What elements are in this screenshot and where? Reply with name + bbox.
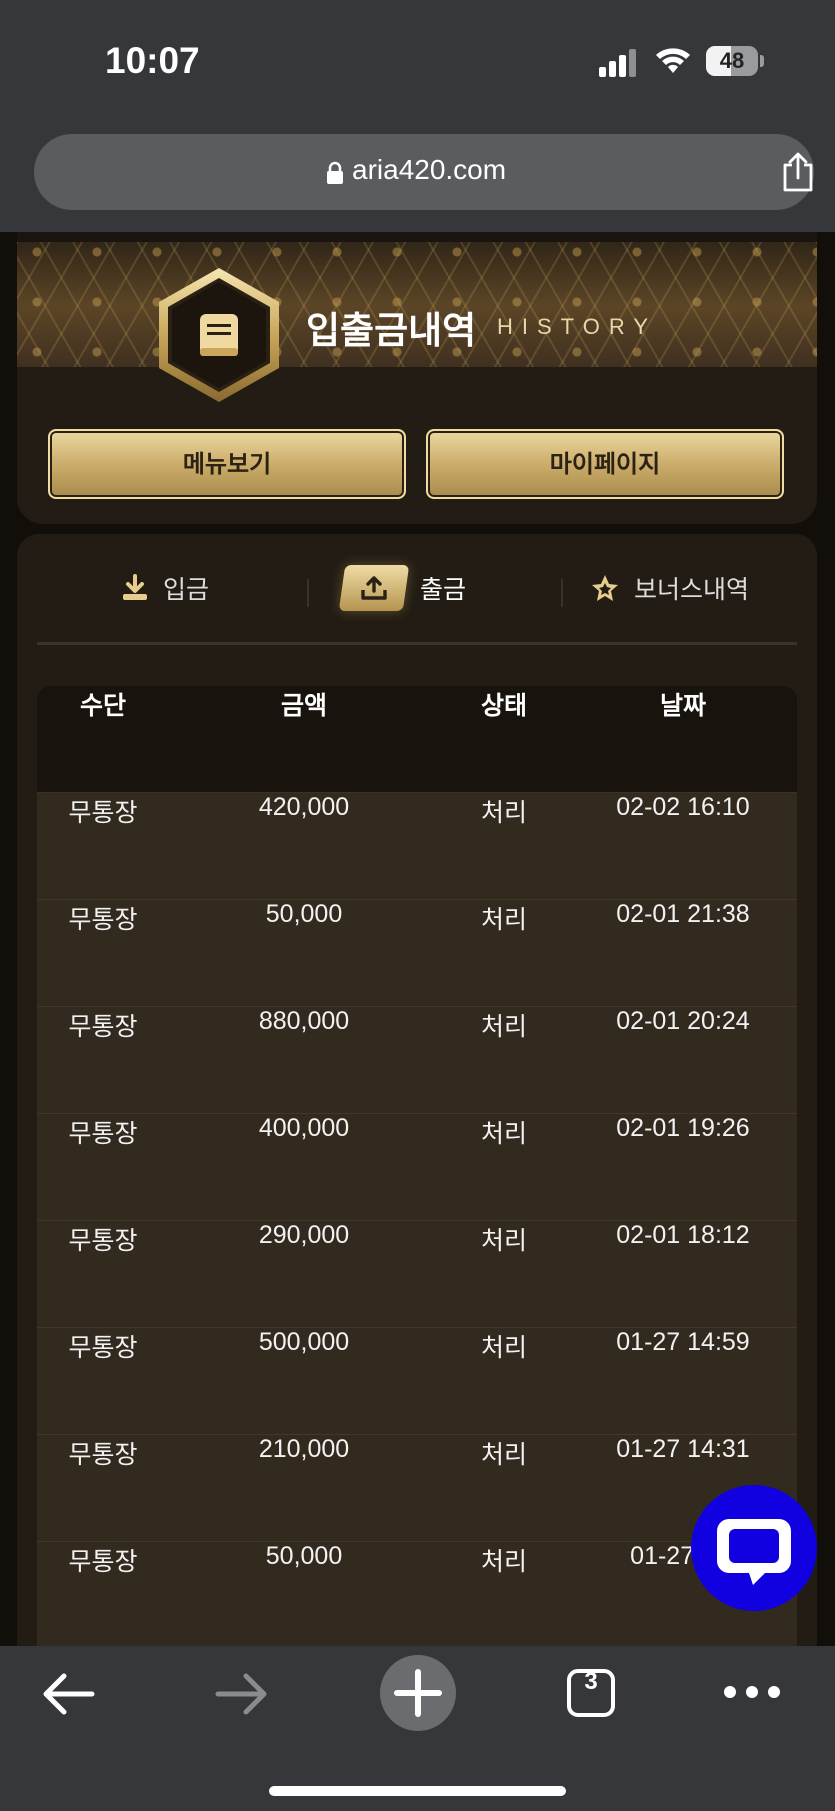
tab-deposit[interactable]: 입금 <box>121 534 209 642</box>
cell-status: 처리 <box>480 1547 527 1576</box>
tabs-button[interactable]: 3 <box>566 1668 616 1718</box>
table-row: 무통장 500,000 처리 01-27 14:59 <box>37 1328 797 1435</box>
cell-method: 무통장 <box>68 1226 138 1255</box>
tab-deposit-label: 입금 <box>163 575 210 604</box>
tab-count: 3 <box>584 1668 598 1695</box>
menu-button[interactable]: 메뉴보기 <box>48 429 406 499</box>
cellular-signal-icon <box>599 49 639 77</box>
home-indicator <box>269 1786 566 1796</box>
address-bar[interactable]: aria420.com <box>34 134 814 210</box>
status-bar: 10:07 48 <box>0 0 835 120</box>
tab-withdraw[interactable]: 출금 <box>338 534 467 642</box>
table-row: 무통장 210,000 처리 01-27 14:31 <box>37 1435 797 1542</box>
cell-amount: 400,000 <box>258 1114 350 1142</box>
history-tabs: 입금 출금 보너스내역 <box>37 534 797 645</box>
cell-method: 무통장 <box>68 1440 138 1469</box>
cell-date: 01-27 14:59 <box>616 1328 750 1356</box>
mypage-button[interactable]: 마이페이지 <box>426 429 784 499</box>
column-header-amount: 금액 <box>280 692 327 720</box>
cell-date: 02-01 21:38 <box>616 900 750 928</box>
table-row: 무통장 50,000 처리 02-01 21:38 <box>37 900 797 1007</box>
cell-status: 처리 <box>480 1012 527 1041</box>
wifi-icon <box>656 48 690 73</box>
new-tab-plus-icon[interactable] <box>379 1654 457 1732</box>
cell-amount: 290,000 <box>258 1221 350 1249</box>
banner-top-edge <box>17 232 817 242</box>
page-subtitle: HISTORY <box>497 314 657 339</box>
table-row: 무통장 50,000 처리 01-27 13: <box>37 1542 797 1646</box>
battery-percent: 48 <box>719 48 745 73</box>
table-row: 무통장 290,000 처리 02-01 18:12 <box>37 1221 797 1328</box>
cell-status: 처리 <box>480 1333 527 1362</box>
tab-bonus-label: 보너스내역 <box>634 575 750 604</box>
cell-amount: 50,000 <box>265 900 343 928</box>
upload-icon <box>338 565 410 611</box>
back-arrow-icon[interactable] <box>40 1666 96 1722</box>
web-page: 입출금내역 HISTORY 메뉴보기 마이페이지 입금 출금 보너스내역 수단 … <box>0 232 835 1646</box>
live-chat-button[interactable] <box>691 1485 817 1611</box>
cell-status: 처리 <box>480 1226 527 1255</box>
cell-status: 처리 <box>480 905 527 934</box>
share-icon[interactable] <box>780 151 816 193</box>
cell-date: 02-01 18:12 <box>616 1221 750 1249</box>
more-icon[interactable] <box>722 1680 782 1704</box>
browser-address-area: aria420.com <box>0 120 835 232</box>
cell-method: 무통장 <box>68 1012 138 1041</box>
cell-method: 무통장 <box>68 798 138 827</box>
cell-amount: 210,000 <box>258 1435 350 1463</box>
battery-icon: 48 <box>706 46 758 76</box>
tab-withdraw-label: 출금 <box>420 575 467 604</box>
cell-status: 처리 <box>480 1440 527 1469</box>
browser-toolbar: 3 <box>0 1646 835 1811</box>
clock: 10:07 <box>105 40 200 81</box>
cell-method: 무통장 <box>68 905 138 934</box>
cell-date: 02-01 19:26 <box>616 1114 750 1142</box>
withdrawal-history-table: 수단 금액 상태 날짜 무통장 420,000 처리 02-02 16:10 무… <box>37 686 797 1646</box>
cell-amount: 420,000 <box>258 793 350 821</box>
tab-divider <box>561 579 563 607</box>
table-row: 무통장 880,000 처리 02-01 20:24 <box>37 1007 797 1114</box>
forward-arrow-icon[interactable] <box>214 1666 270 1722</box>
column-header-status: 상태 <box>480 691 527 720</box>
download-icon <box>123 574 147 600</box>
tab-bonus[interactable]: 보너스내역 <box>590 534 749 642</box>
table-row: 무통장 420,000 처리 02-02 16:10 <box>37 793 797 900</box>
cell-method: 무통장 <box>68 1333 138 1362</box>
cell-amount: 880,000 <box>258 1007 350 1035</box>
cell-method: 무통장 <box>68 1119 138 1148</box>
tab-divider <box>307 579 309 607</box>
cell-date: 02-01 20:24 <box>616 1007 750 1035</box>
column-header-method: 수단 <box>79 691 126 720</box>
cell-method: 무통장 <box>68 1547 138 1576</box>
history-panel: 입금 출금 보너스내역 수단 금액 상태 날짜 무통장 420,000 처리 0… <box>17 534 817 1646</box>
cell-amount: 500,000 <box>258 1328 350 1356</box>
cell-status: 처리 <box>480 798 527 827</box>
cell-amount: 50,000 <box>265 1542 343 1570</box>
ledger-book-icon <box>159 268 279 402</box>
lock-icon <box>327 161 343 184</box>
column-header-date: 날짜 <box>659 692 706 720</box>
star-icon <box>592 575 618 601</box>
chat-bubble-icon <box>717 1519 791 1585</box>
cell-status: 처리 <box>480 1119 527 1148</box>
history-header: 입출금내역 HISTORY 메뉴보기 마이페이지 <box>17 232 817 524</box>
table-header: 수단 금액 상태 날짜 <box>37 686 797 793</box>
url-text: aria420.com <box>352 154 507 185</box>
cell-date: 02-02 16:10 <box>616 793 750 821</box>
page-title: 입출금내역 <box>306 309 477 352</box>
table-row: 무통장 400,000 처리 02-01 19:26 <box>37 1114 797 1221</box>
battery-tip <box>760 55 764 67</box>
